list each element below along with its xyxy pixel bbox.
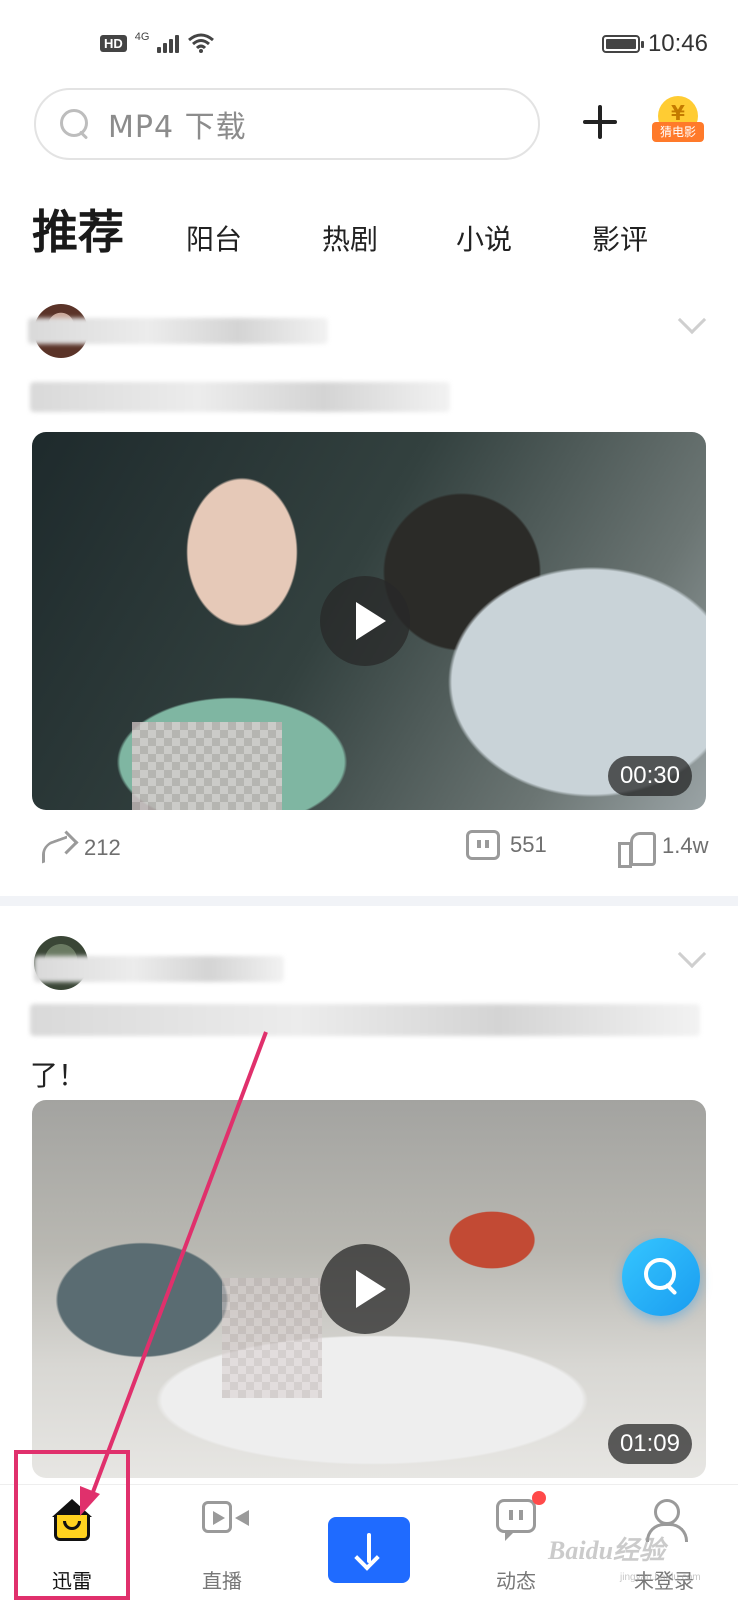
comment-button[interactable]: 551 bbox=[466, 830, 547, 860]
chevron-down-icon[interactable] bbox=[677, 939, 707, 969]
play-icon[interactable] bbox=[320, 1244, 410, 1334]
mosaic-censor bbox=[222, 1278, 322, 1398]
watermark: Baidu经验 bbox=[548, 1536, 666, 1565]
battery-icon bbox=[601, 35, 644, 53]
tab-hot-drama[interactable]: 热剧 bbox=[322, 218, 378, 258]
nav-live[interactable]: 直播 bbox=[162, 1485, 282, 1600]
tab-balcony[interactable]: 阳台 bbox=[186, 218, 242, 258]
feed-separator bbox=[0, 896, 738, 906]
message-icon bbox=[496, 1499, 536, 1541]
mosaic-censor bbox=[132, 722, 282, 810]
search-placeholder: MP4 下载 bbox=[108, 110, 247, 145]
annotation-highlight-box bbox=[14, 1450, 130, 1600]
play-icon[interactable] bbox=[320, 576, 410, 666]
video-player[interactable]: 01:09 bbox=[32, 1100, 706, 1478]
add-button[interactable] bbox=[580, 102, 620, 142]
like-count: 1.4w bbox=[662, 833, 709, 858]
search-icon bbox=[58, 107, 92, 141]
status-left: HD 4G bbox=[100, 31, 215, 54]
video-player[interactable]: 00:30 bbox=[32, 432, 706, 810]
share-button[interactable]: 212 bbox=[38, 830, 121, 866]
guess-movie-label: 猜电影 bbox=[652, 122, 704, 142]
comment-icon bbox=[466, 830, 500, 860]
post-actions: 212 551 1.4w bbox=[0, 830, 738, 880]
floating-search-button[interactable] bbox=[622, 1238, 700, 1316]
watermark-url: jingyan.baidu.com bbox=[620, 1572, 701, 1583]
video-icon bbox=[202, 1501, 249, 1533]
blurred-username bbox=[34, 956, 284, 982]
search-input[interactable]: MP4 下载 bbox=[34, 88, 540, 160]
share-count: 212 bbox=[84, 835, 121, 860]
like-button[interactable]: 1.4w bbox=[618, 830, 709, 868]
video-duration: 01:09 bbox=[607, 1424, 692, 1464]
status-right: 10:46 bbox=[601, 30, 708, 58]
comment-count: 551 bbox=[510, 832, 547, 857]
category-tabs: 推荐 阳台 热剧 小说 影评 bbox=[0, 190, 738, 260]
thumbs-up-icon bbox=[618, 830, 656, 868]
post-title: 了！ bbox=[30, 1059, 87, 1092]
network-type: 4G bbox=[134, 31, 150, 43]
hd-badge: HD bbox=[100, 34, 127, 52]
clock: 10:46 bbox=[647, 30, 708, 57]
blurred-post-title bbox=[30, 382, 450, 412]
nav-label: 动态 bbox=[496, 1569, 536, 1593]
wifi-icon bbox=[188, 33, 215, 53]
tab-review[interactable]: 影评 bbox=[592, 218, 648, 258]
share-icon bbox=[38, 830, 74, 866]
nav-label: 直播 bbox=[202, 1569, 242, 1593]
signal-icon bbox=[157, 33, 180, 53]
blurred-post-title bbox=[30, 1004, 700, 1036]
chevron-down-icon[interactable] bbox=[677, 305, 707, 335]
download-button[interactable] bbox=[328, 1517, 410, 1583]
notification-badge bbox=[532, 1491, 546, 1505]
status-bar: HD 4G 10:46 bbox=[0, 0, 738, 80]
guess-movie-button[interactable]: ¥ 猜电影 bbox=[652, 96, 704, 148]
tab-recommend[interactable]: 推荐 bbox=[32, 196, 124, 262]
tab-novel[interactable]: 小说 bbox=[456, 218, 512, 258]
blurred-username bbox=[28, 318, 328, 344]
video-duration: 00:30 bbox=[607, 756, 692, 796]
